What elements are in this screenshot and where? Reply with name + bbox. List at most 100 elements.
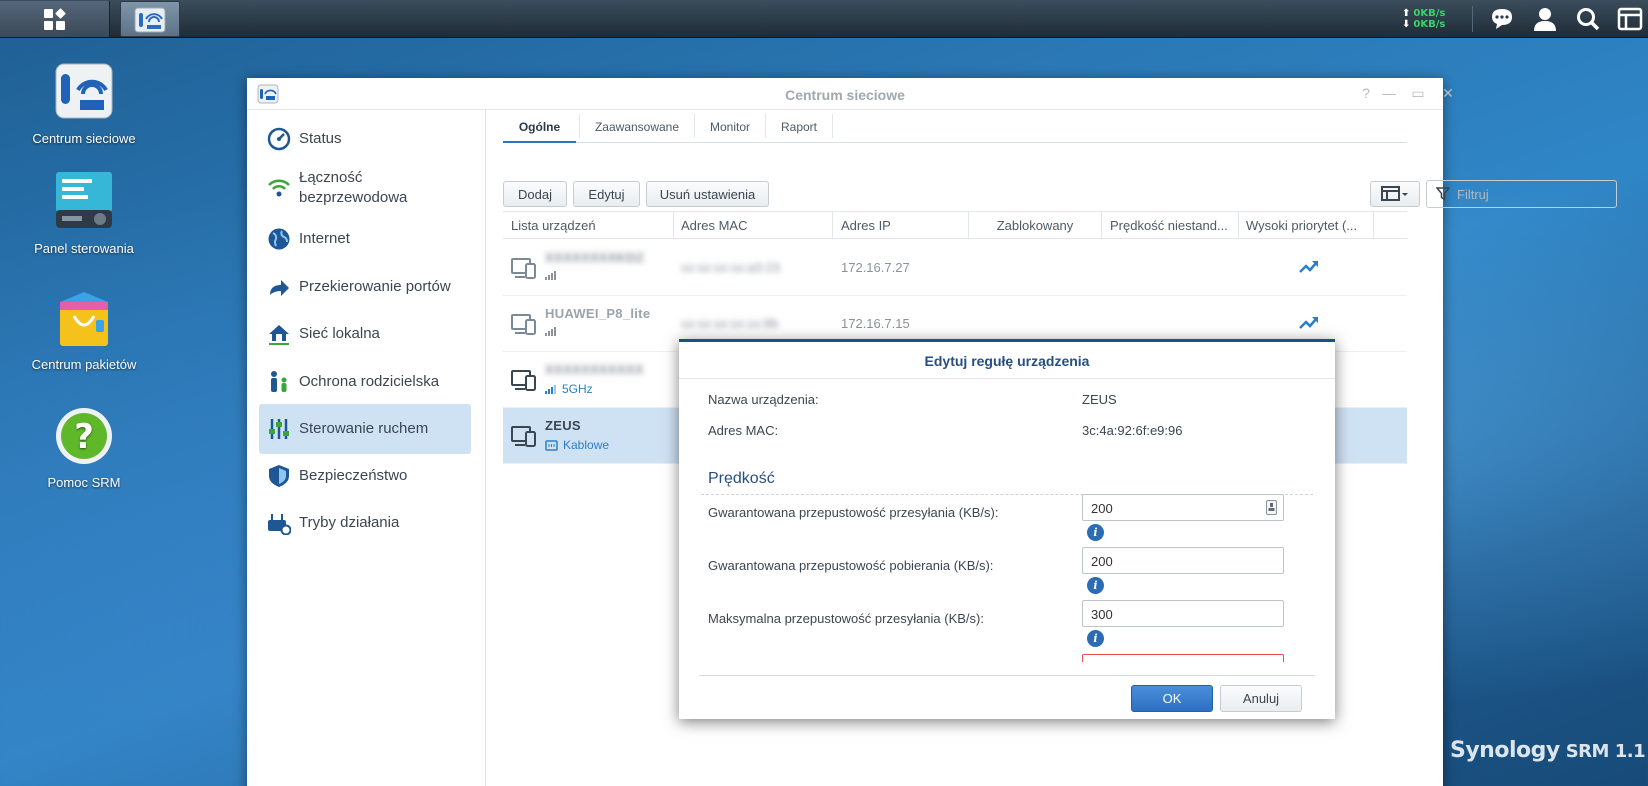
info-icon[interactable]: i — [1087, 630, 1104, 647]
signal-strength-icon — [545, 271, 556, 280]
dialog-divider — [679, 378, 1335, 379]
sidebar-item-port-forwarding[interactable]: Przekierowanie portów — [259, 262, 471, 312]
family-icon — [271, 371, 287, 392]
search-icon[interactable] — [1575, 6, 1601, 32]
tab-report[interactable]: Raport — [766, 110, 832, 143]
taskbar-network-center-button[interactable] — [120, 1, 180, 37]
sliders-icon — [269, 419, 289, 439]
cancel-button[interactable]: Anuluj — [1220, 685, 1302, 712]
device-icon — [511, 258, 536, 279]
sidebar-item-label: Status — [299, 130, 342, 147]
column-divider — [1373, 212, 1374, 239]
columns-layout-icon — [1381, 186, 1408, 201]
column-header-high-priority[interactable]: Wysoki priorytet (... — [1246, 218, 1370, 233]
guaranteed-upload-input[interactable]: 200 — [1082, 494, 1284, 521]
minimize-button[interactable]: — — [1380, 85, 1398, 101]
info-icon[interactable]: i — [1087, 524, 1104, 541]
forward-arrow-icon — [270, 280, 289, 296]
info-icon[interactable]: i — [1087, 577, 1104, 594]
max-upload-input[interactable]: 300 — [1082, 600, 1284, 627]
column-header-device-list[interactable]: Lista urządzeń — [511, 218, 661, 233]
sidebar-item-label: Łączność bezprzewodowa — [299, 169, 408, 206]
signal-strength-icon — [545, 385, 556, 394]
sidebar-item-wireless[interactable]: Łączność bezprzewodowa — [259, 159, 471, 217]
guaranteed-download-value: 200 — [1091, 554, 1113, 569]
remove-settings-button[interactable]: Usuń ustawienia — [646, 181, 769, 207]
sidebar-item-operation-modes[interactable]: Tryby działania — [259, 498, 471, 548]
notifications-icon[interactable] — [1489, 6, 1515, 32]
dialog-footer-divider — [699, 675, 1315, 676]
desktop-icon-package-center[interactable]: Centrum pakietów — [24, 286, 144, 372]
high-priority-icon[interactable] — [1299, 314, 1319, 330]
desktop-icon-control-panel[interactable]: Panel sterowania — [24, 170, 144, 256]
tab-general[interactable]: Ogólne — [503, 110, 576, 143]
sidebar-item-local-network[interactable]: Sieć lokalna — [259, 309, 471, 359]
mac-address-value: 3c:4a:92:6f:e9:96 — [1082, 423, 1183, 438]
shield-icon — [269, 465, 289, 487]
sidebar: Status Łączność bezprzewodowa Internet P… — [247, 110, 486, 786]
maximize-button[interactable]: ▭ — [1409, 85, 1427, 102]
column-header-custom-speed[interactable]: Prędkość niestand... — [1110, 218, 1236, 233]
device-connection: 5GHz — [562, 382, 593, 396]
brand-name: Synology — [1450, 738, 1560, 763]
sidebar-item-label: Sterowanie ruchem — [299, 420, 429, 437]
desktop-icon-help[interactable]: ? Pomoc SRM — [24, 404, 144, 490]
sidebar-item-internet[interactable]: Internet — [259, 214, 471, 264]
close-button[interactable]: ✕ — [1439, 85, 1457, 102]
tab-advanced[interactable]: Zaawansowane — [580, 110, 694, 143]
max-upload-label: Maksymalna przepustowość przesyłania (KB… — [708, 611, 984, 626]
column-layout-button[interactable] — [1370, 181, 1420, 207]
sidebar-item-security[interactable]: Bezpieczeństwo — [259, 451, 471, 501]
tab-divider — [832, 114, 833, 138]
sidebar-item-label: Przekierowanie portów — [299, 278, 451, 295]
guaranteed-upload-value: 200 — [1091, 501, 1113, 516]
filter-input[interactable]: Filtruj — [1426, 180, 1617, 208]
ok-button[interactable]: OK — [1131, 685, 1213, 712]
column-header-ip[interactable]: Adres IP — [841, 218, 961, 233]
device-ip: 172.16.7.15 — [841, 316, 910, 331]
desktop-icon-network-center[interactable]: Centrum sieciowe — [24, 60, 144, 146]
main-menu-icon — [44, 7, 66, 30]
filter-placeholder: Filtruj — [1457, 187, 1489, 202]
sidebar-item-status[interactable]: Status — [259, 114, 471, 164]
max-download-input-partial[interactable] — [1082, 654, 1284, 662]
tab-bar: Ogólne Zaawansowane Monitor Raport — [503, 110, 1407, 143]
tab-monitor[interactable]: Monitor — [695, 110, 765, 143]
home-network-icon — [269, 325, 289, 345]
network-speed: ⬆ 0KB/s ⬇ 0KB/s — [1402, 8, 1446, 30]
edit-button[interactable]: Edytuj — [573, 181, 640, 207]
wifi-icon — [268, 179, 290, 197]
add-button[interactable]: Dodaj — [503, 181, 567, 207]
sidebar-item-traffic-control[interactable]: Sterowanie ruchem — [259, 404, 471, 454]
sidebar-item-label: Tryby działania — [299, 514, 400, 531]
router-gear-icon — [268, 514, 291, 535]
device-ip: 172.16.7.27 — [841, 260, 910, 275]
main-menu-button[interactable] — [0, 1, 110, 37]
device-name-value: ZEUS — [1082, 392, 1117, 407]
column-divider — [1238, 212, 1239, 239]
device-name: XXXXXXXXXXX — [545, 362, 644, 377]
high-priority-icon[interactable] — [1299, 258, 1319, 274]
guaranteed-upload-label: Gwarantowana przepustowość przesyłania (… — [708, 505, 999, 520]
column-header-blocked[interactable]: Zablokowany — [969, 218, 1101, 233]
input-helper-icon[interactable] — [1266, 500, 1277, 515]
desktop-icon-label: Panel sterowania — [34, 241, 134, 256]
guaranteed-download-label: Gwarantowana przepustowość pobierania (K… — [708, 558, 994, 573]
device-name: XXXXXXXXKDZ — [545, 250, 645, 265]
mac-address-label: Adres MAC: — [708, 423, 779, 438]
gauge-icon — [267, 127, 291, 151]
sidebar-item-label: Sieć lokalna — [299, 325, 380, 342]
widgets-icon[interactable] — [1617, 6, 1643, 32]
desktop-icon-label: Centrum pakietów — [31, 357, 137, 372]
table-row[interactable]: XXXXXXXXKDZ xx:xx:xx:xx:a3:23 172.16.7.2… — [503, 240, 1407, 296]
window-titlebar[interactable]: Centrum sieciowe ? — ▭ ✕ — [247, 78, 1454, 110]
user-icon[interactable] — [1532, 6, 1558, 32]
guaranteed-download-input[interactable]: 200 — [1082, 547, 1284, 574]
device-icon — [511, 426, 536, 447]
device-mac: xx:xx:xx:xx:xx:8b — [681, 316, 779, 331]
control-panel-icon — [56, 172, 112, 228]
column-header-mac[interactable]: Adres MAC — [681, 218, 831, 233]
sidebar-item-parental-control[interactable]: Ochrona rodzicielska — [259, 357, 471, 407]
help-button[interactable]: ? — [1357, 85, 1375, 101]
device-name: HUAWEI_P8_lite — [545, 306, 651, 321]
